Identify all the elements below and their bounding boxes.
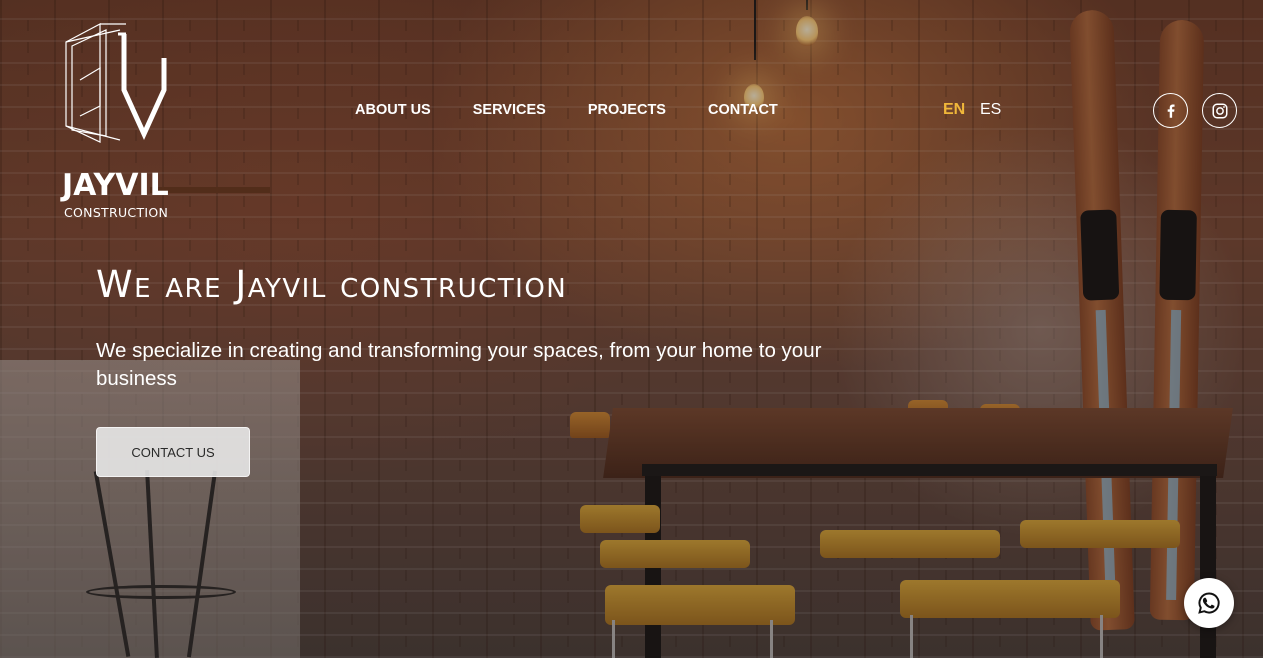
brand-logo[interactable]: JAYVIL CONSTRUCTION <box>60 20 184 220</box>
brand-name: JAYVIL <box>62 168 169 203</box>
whatsapp-icon <box>1198 592 1220 614</box>
brand-subtitle: CONSTRUCTION <box>64 205 169 220</box>
facebook-link[interactable] <box>1153 93 1188 128</box>
hero-subtitle: We specialize in creating and transformi… <box>96 339 822 390</box>
hero-title: We are Jayvil construction <box>96 263 568 306</box>
logo-mark-icon <box>65 23 167 143</box>
facebook-icon <box>1167 103 1175 118</box>
nav-item-contact[interactable]: CONTACT <box>708 100 778 120</box>
nav-item-about-us[interactable]: ABOUT US <box>355 100 431 120</box>
nav-item-services[interactable]: SERVICES <box>473 100 546 120</box>
language-option-en[interactable]: EN <box>943 100 965 120</box>
dark-overlay <box>0 0 1263 658</box>
instagram-icon <box>1212 103 1227 118</box>
contact-us-button[interactable]: CONTACT US <box>96 427 250 477</box>
language-option-es[interactable]: ES <box>980 100 1001 120</box>
hero-background-image <box>0 0 1263 658</box>
whatsapp-button[interactable] <box>1184 578 1234 628</box>
main-nav: ABOUT US SERVICES PROJECTS CONTACT <box>355 100 778 120</box>
instagram-link[interactable] <box>1202 93 1237 128</box>
nav-item-projects[interactable]: PROJECTS <box>588 100 666 120</box>
